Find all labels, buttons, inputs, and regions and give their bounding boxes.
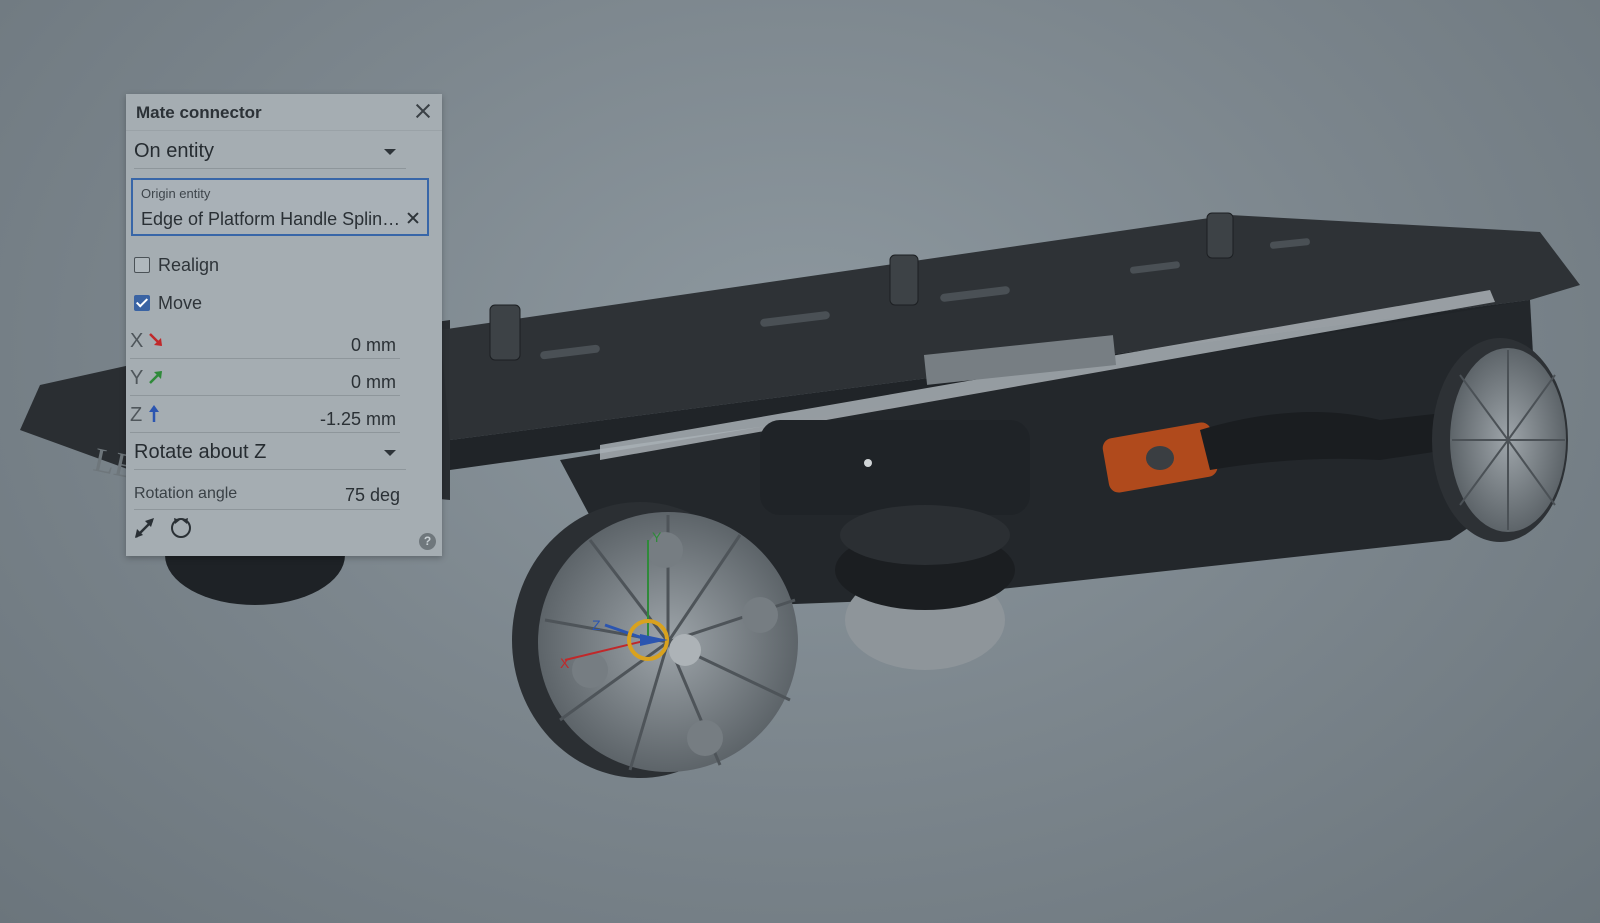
- triad-z-label: Z: [592, 617, 601, 633]
- move-checkbox[interactable]: [134, 295, 150, 311]
- y-axis-label: Y: [130, 367, 144, 389]
- move-label: Move: [158, 293, 203, 313]
- center-cylinder-ring-2: [840, 505, 1010, 565]
- rotate-dropdown-label: Rotate about Z: [134, 441, 267, 463]
- screw-dot: [864, 459, 872, 467]
- z-offset-row: Z -1.25 mm: [130, 402, 400, 433]
- mode-dropdown-label: On entity: [134, 140, 215, 162]
- realign-label: Realign: [158, 255, 220, 275]
- arrow-up-right-icon: [149, 371, 162, 384]
- panel-title: Mate connector: [136, 103, 262, 122]
- origin-entity-value: Edge of Platform Handle Splin…: [141, 209, 401, 229]
- rotation-angle-label: Rotation angle: [134, 485, 238, 502]
- clamp-hole: [1146, 446, 1174, 470]
- help-icon[interactable]: ?: [419, 533, 436, 550]
- rotate-dropdown[interactable]: Rotate about Z: [134, 435, 406, 470]
- chevron-down-icon: [384, 149, 396, 155]
- arrow-down-right-icon: [149, 333, 162, 346]
- z-offset-input[interactable]: -1.25 mm: [320, 409, 396, 430]
- rotation-angle-row: Rotation angle 75 deg: [134, 479, 400, 510]
- x-offset-row: X 0 mm: [130, 328, 400, 359]
- origin-entity-caption: Origin entity: [141, 186, 211, 201]
- y-offset-row: Y 0 mm: [130, 365, 400, 396]
- realign-checkbox[interactable]: [134, 257, 150, 273]
- mate-connector-panel: Mate connector On entity Origin entity E…: [126, 94, 442, 556]
- panel-header: Mate connector: [126, 94, 442, 131]
- chevron-down-icon: [384, 450, 396, 456]
- close-icon[interactable]: [412, 100, 434, 122]
- rotation-angle-input[interactable]: 75 deg: [345, 485, 400, 506]
- mode-dropdown[interactable]: On entity: [134, 134, 406, 169]
- x-axis-label: X: [130, 330, 144, 352]
- x-offset-input[interactable]: 0 mm: [351, 335, 396, 356]
- origin-entity-field[interactable]: Origin entity Edge of Platform Handle Sp…: [131, 178, 429, 236]
- reorient-secondary-axis-icon[interactable]: [168, 514, 194, 540]
- center-housing: [760, 420, 1030, 515]
- right-wheel: [1432, 338, 1568, 542]
- triad-y-label: Y: [652, 529, 662, 545]
- flip-primary-axis-icon[interactable]: [132, 514, 158, 540]
- clear-entity-icon[interactable]: [405, 210, 421, 226]
- y-offset-input[interactable]: 0 mm: [351, 372, 396, 393]
- arrow-up-icon: [149, 405, 159, 422]
- triad-x-label: X: [560, 655, 570, 671]
- z-axis-label: Z: [130, 404, 143, 426]
